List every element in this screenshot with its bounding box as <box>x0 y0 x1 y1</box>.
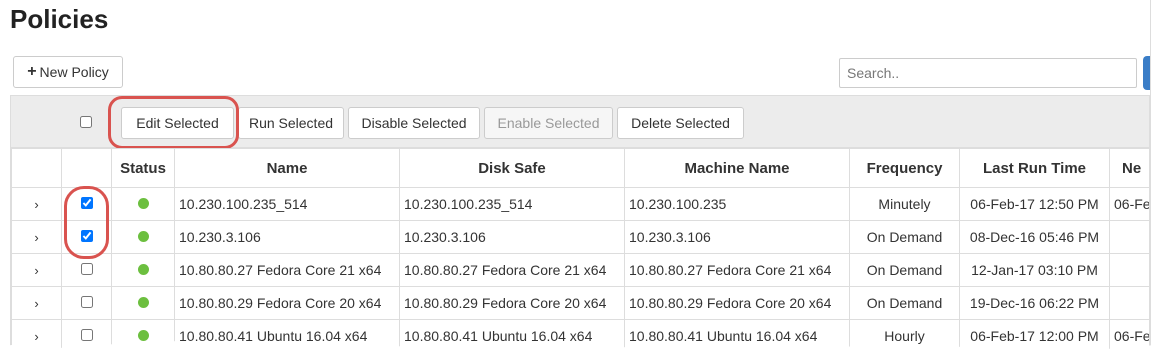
policy-name: 10.80.80.27 Fedora Core 21 x64 <box>174 253 400 287</box>
chevron-right-icon[interactable]: › <box>11 220 62 254</box>
checked-rows-highlight <box>64 186 109 259</box>
policy-name: 10.230.100.235_514 <box>174 187 400 221</box>
torn-right-edge <box>1150 0 1160 359</box>
bulk-actions-toolbar: Edit Selected Run Selected Disable Selec… <box>11 96 1149 149</box>
status-cell <box>111 220 175 254</box>
col-name[interactable]: Name <box>174 148 400 188</box>
col-select <box>61 148 112 188</box>
status-cell <box>111 286 175 320</box>
next-run <box>1109 286 1149 320</box>
chevron-right-icon[interactable]: › <box>11 253 62 287</box>
row-checkbox[interactable] <box>80 329 93 341</box>
row-checkbox[interactable] <box>80 296 93 308</box>
table-row[interactable]: › 10.230.100.235_514 10.230.100.235_514 10.… <box>11 187 1149 221</box>
last-run-time: 06-Feb-17 12:50 PM <box>959 187 1110 221</box>
enable-selected-button: Enable Selected <box>484 107 613 139</box>
chevron-right-icon[interactable]: › <box>11 286 62 320</box>
edit-selected-highlight <box>108 96 239 149</box>
status-dot-icon <box>137 297 149 308</box>
col-machine-name[interactable]: Machine Name <box>624 148 850 188</box>
disk-safe: 10.80.80.29 Fedora Core 20 x64 <box>399 286 625 320</box>
header-row: Status Name Disk Safe Machine Name Frequ… <box>11 148 1149 188</box>
frequency: On Demand <box>849 286 960 320</box>
frequency: On Demand <box>849 253 960 287</box>
select-all-checkbox[interactable] <box>80 116 92 128</box>
machine-name: 10.230.3.106 <box>624 220 850 254</box>
delete-selected-button[interactable]: Delete Selected <box>617 107 744 139</box>
disk-safe: 10.80.80.27 Fedora Core 21 x64 <box>399 253 625 287</box>
col-status[interactable]: Status <box>111 148 175 188</box>
status-dot-icon <box>137 264 149 275</box>
row-checkbox[interactable] <box>80 263 93 275</box>
policy-name: 10.80.80.29 Fedora Core 20 x64 <box>174 286 400 320</box>
col-disk-safe[interactable]: Disk Safe <box>399 148 625 188</box>
col-next[interactable]: Ne <box>1109 148 1149 188</box>
policies-table: Edit Selected Run Selected Disable Selec… <box>10 95 1150 359</box>
policy-name: 10.230.3.106 <box>174 220 400 254</box>
table-row[interactable]: › 10.80.80.29 Fedora Core 20 x64 10.80.80.… <box>11 286 1149 320</box>
next-run <box>1109 220 1149 254</box>
frequency: On Demand <box>849 220 960 254</box>
frequency: Minutely <box>849 187 960 221</box>
table-row[interactable]: › 10.80.80.27 Fedora Core 21 x64 10.80.80.… <box>11 253 1149 287</box>
new-policy-label: New Policy <box>39 64 109 80</box>
chevron-right-icon[interactable]: › <box>11 187 62 221</box>
last-run-time: 19-Dec-16 06:22 PM <box>959 286 1110 320</box>
disable-selected-button[interactable]: Disable Selected <box>348 107 480 139</box>
new-policy-button[interactable]: + New Policy <box>13 56 123 88</box>
status-cell <box>111 187 175 221</box>
disk-safe: 10.230.100.235_514 <box>399 187 625 221</box>
next-run <box>1109 253 1149 287</box>
machine-name: 10.80.80.27 Fedora Core 21 x64 <box>624 253 850 287</box>
page-title: Policies <box>10 4 109 34</box>
status-cell <box>111 253 175 287</box>
table-row[interactable]: › 10.230.3.106 10.230.3.106 10.230.3.106 On … <box>11 220 1149 254</box>
plus-icon: + <box>27 63 37 80</box>
machine-name: 10.80.80.29 Fedora Core 20 x64 <box>624 286 850 320</box>
status-dot-icon <box>137 330 149 341</box>
run-selected-button[interactable]: Run Selected <box>238 107 344 139</box>
col-last-run-time[interactable]: Last Run Time <box>959 148 1110 188</box>
last-run-time: 12-Jan-17 03:10 PM <box>959 253 1110 287</box>
status-dot-icon <box>137 231 149 242</box>
search-input[interactable] <box>839 58 1137 88</box>
row-select-cell <box>61 286 112 320</box>
col-expand <box>11 148 62 188</box>
col-frequency[interactable]: Frequency <box>849 148 960 188</box>
disk-safe: 10.230.3.106 <box>399 220 625 254</box>
next-run: 06-Fe <box>1109 187 1149 221</box>
last-run-time: 08-Dec-16 05:46 PM <box>959 220 1110 254</box>
status-dot-icon <box>137 198 149 209</box>
policies-grid: Status Name Disk Safe Machine Name Frequ… <box>11 148 1149 353</box>
machine-name: 10.230.100.235 <box>624 187 850 221</box>
